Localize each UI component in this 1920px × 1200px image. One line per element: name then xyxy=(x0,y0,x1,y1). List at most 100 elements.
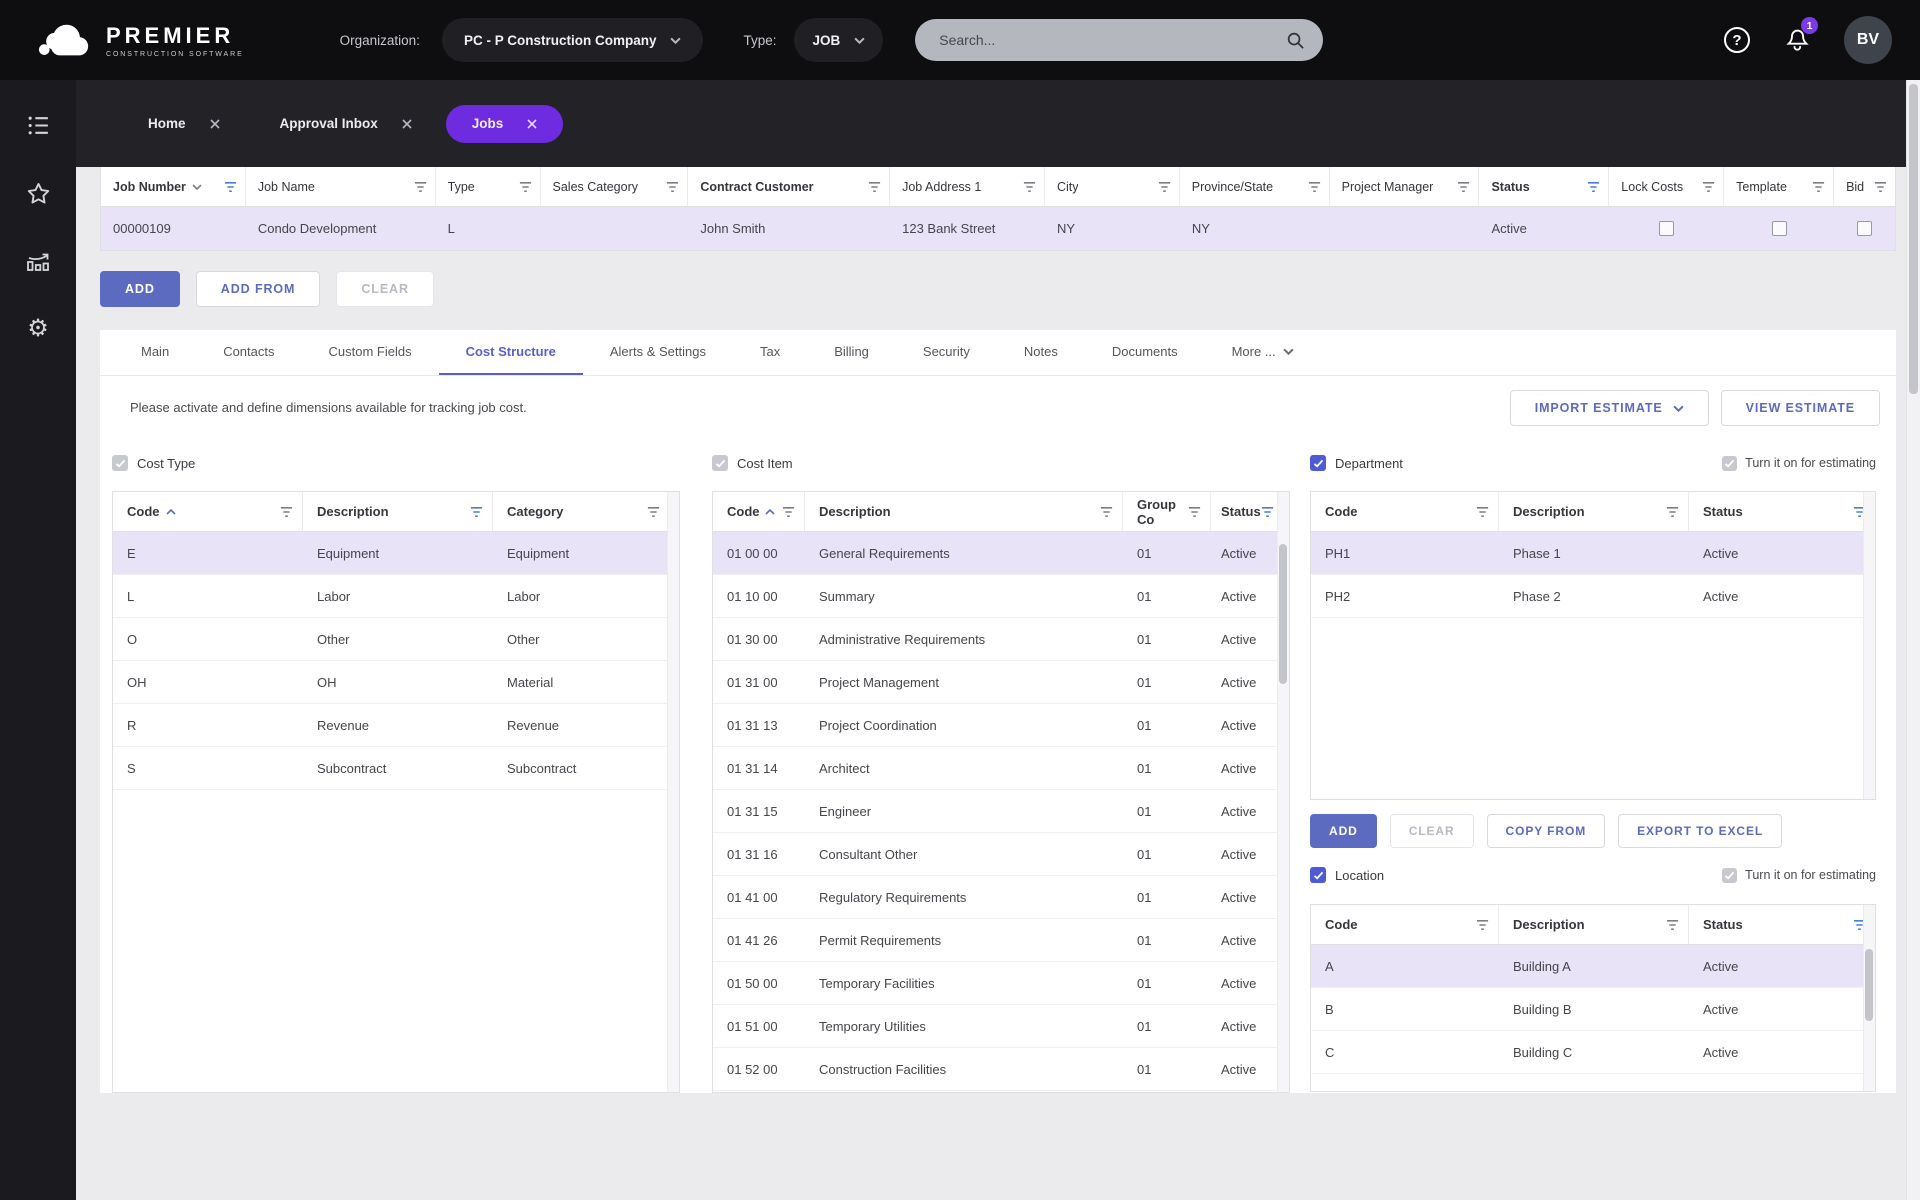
cost-type-row[interactable]: R Revenue Revenue xyxy=(113,704,679,747)
filter-icon[interactable] xyxy=(1457,181,1470,193)
page-scrollbar[interactable] xyxy=(1906,80,1920,1200)
filter-icon[interactable] xyxy=(1587,181,1600,193)
close-icon[interactable] xyxy=(402,118,412,129)
col-group-co[interactable]: Group Co xyxy=(1123,492,1211,531)
scrollbar-track[interactable] xyxy=(1863,492,1875,799)
col-code[interactable]: Code xyxy=(1311,905,1499,944)
department-copy-from-button[interactable]: COPY FROM xyxy=(1486,814,1606,848)
jobs-col-contract-customer[interactable]: Contract Customer xyxy=(688,167,891,206)
global-search[interactable] xyxy=(915,19,1324,61)
department-row[interactable]: PH2 Phase 2 Active xyxy=(1311,575,1875,618)
col-code[interactable]: Code xyxy=(113,492,303,531)
col-description[interactable]: Description xyxy=(303,492,493,531)
cost-type-checkbox[interactable] xyxy=(112,455,128,471)
location-checkbox[interactable] xyxy=(1310,867,1326,883)
workspace-tab-approval-inbox[interactable]: Approval Inbox xyxy=(254,105,438,143)
filter-icon[interactable] xyxy=(1261,506,1274,518)
cost-type-row[interactable]: L Labor Labor xyxy=(113,575,679,618)
jobs-col-lock-costs[interactable]: Lock Costs xyxy=(1609,167,1725,206)
department-estimating-toggle[interactable]: Turn it on for estimating xyxy=(1722,455,1876,471)
workspace-tab-home[interactable]: Home xyxy=(122,105,246,143)
page-scrollbar-thumb[interactable] xyxy=(1909,84,1918,394)
location-estimating-toggle[interactable]: Turn it on for estimating xyxy=(1722,867,1876,883)
filter-icon[interactable] xyxy=(1476,919,1489,931)
settings-gear-icon[interactable]: ⚙ xyxy=(25,316,51,342)
close-icon[interactable] xyxy=(209,118,220,129)
scrollbar-thumb[interactable] xyxy=(1865,949,1873,1021)
search-icon[interactable] xyxy=(1286,31,1305,50)
cost-item-row[interactable]: 01 10 00 Summary 01 Active xyxy=(713,575,1289,618)
filter-icon[interactable] xyxy=(1023,181,1036,193)
cost-item-row[interactable]: 01 31 13 Project Coordination 01 Active xyxy=(713,704,1289,747)
workspace-tab-jobs[interactable]: Jobs xyxy=(445,104,564,143)
filter-icon[interactable] xyxy=(1476,506,1489,518)
filter-icon[interactable] xyxy=(1666,506,1679,518)
filter-icon[interactable] xyxy=(647,506,660,518)
filter-icon[interactable] xyxy=(782,506,795,518)
filter-icon[interactable] xyxy=(868,181,881,193)
col-code[interactable]: Code xyxy=(1311,492,1499,531)
filter-icon[interactable] xyxy=(1308,181,1321,193)
filter-icon[interactable] xyxy=(519,181,532,193)
bid-checkbox[interactable] xyxy=(1857,221,1873,236)
col-status[interactable]: Status xyxy=(1211,492,1277,531)
organization-dropdown[interactable]: PC - P Construction Company xyxy=(441,18,704,62)
jobs-col-city[interactable]: City xyxy=(1045,167,1180,206)
cost-type-row[interactable]: E Equipment Equipment xyxy=(113,532,679,575)
help-icon[interactable]: ? xyxy=(1724,27,1750,53)
lock-costs-checkbox[interactable] xyxy=(1659,221,1675,236)
jobs-col-bid[interactable]: Bid xyxy=(1834,167,1895,206)
jobs-col-type[interactable]: Type xyxy=(436,167,541,206)
template-checkbox[interactable] xyxy=(1771,221,1787,236)
add-from-button[interactable]: ADD FROM xyxy=(195,271,321,307)
col-status[interactable]: Status xyxy=(1689,492,1875,531)
col-code[interactable]: Code xyxy=(713,492,805,531)
filter-icon[interactable] xyxy=(1874,181,1887,193)
cost-type-row[interactable]: OH OH Material xyxy=(113,661,679,704)
scrollbar-track[interactable] xyxy=(1277,492,1289,1092)
reports-chart-icon[interactable] xyxy=(25,248,51,274)
col-description[interactable]: Description xyxy=(1499,905,1689,944)
jobs-col-status[interactable]: Status xyxy=(1479,167,1610,206)
jobs-col-job-name[interactable]: Job Name xyxy=(246,167,436,206)
location-row[interactable]: C Building C Active xyxy=(1311,1031,1875,1074)
notifications-button[interactable]: 1 xyxy=(1784,17,1818,56)
col-description[interactable]: Description xyxy=(1499,492,1689,531)
cost-item-row[interactable]: 01 30 00 Administrative Requirements 01 … xyxy=(713,618,1289,661)
jobs-col-job-address-1[interactable]: Job Address 1 xyxy=(890,167,1045,206)
list-menu-icon[interactable] xyxy=(25,112,51,138)
filter-icon[interactable] xyxy=(1158,181,1171,193)
department-clear-button[interactable]: CLEAR xyxy=(1389,814,1474,848)
filter-icon[interactable] xyxy=(1666,919,1679,931)
clear-button[interactable]: CLEAR xyxy=(336,271,434,307)
cost-item-row[interactable]: 01 41 26 Permit Requirements 01 Active xyxy=(713,919,1289,962)
jobs-row[interactable]: 00000109 Condo Development L John Smith … xyxy=(101,207,1895,250)
col-description[interactable]: Description xyxy=(805,492,1123,531)
tab-tax[interactable]: Tax xyxy=(733,330,807,375)
scrollbar-thumb[interactable] xyxy=(1279,544,1287,684)
filter-icon[interactable] xyxy=(224,181,237,193)
jobs-col-project-manager[interactable]: Project Manager xyxy=(1330,167,1480,206)
tab-alerts-settings[interactable]: Alerts & Settings xyxy=(583,330,733,375)
col-status[interactable]: Status xyxy=(1689,905,1875,944)
filter-icon[interactable] xyxy=(1100,506,1113,518)
estimating-checkbox[interactable] xyxy=(1722,867,1738,883)
cost-item-row[interactable]: 01 31 16 Consultant Other 01 Active xyxy=(713,833,1289,876)
filter-icon[interactable] xyxy=(280,506,293,518)
cost-type-row[interactable]: S Subcontract Subcontract xyxy=(113,747,679,790)
estimating-checkbox[interactable] xyxy=(1722,455,1738,471)
location-row[interactable]: B Building B Active xyxy=(1311,988,1875,1031)
filter-icon[interactable] xyxy=(414,181,427,193)
view-estimate-button[interactable]: VIEW ESTIMATE xyxy=(1720,390,1880,426)
brand-logo[interactable]: PREMIER CONSTRUCTION SOFTWARE xyxy=(38,18,244,63)
import-estimate-button[interactable]: IMPORT ESTIMATE xyxy=(1509,390,1709,426)
type-dropdown[interactable]: JOB xyxy=(794,18,884,62)
jobs-col-template[interactable]: Template xyxy=(1724,167,1835,206)
jobs-col-sales-category[interactable]: Sales Category xyxy=(541,167,689,206)
filter-icon[interactable] xyxy=(1702,181,1715,193)
tab-contacts[interactable]: Contacts xyxy=(196,330,301,375)
scrollbar-track[interactable] xyxy=(667,492,679,1092)
col-category[interactable]: Category xyxy=(493,492,669,531)
cost-item-row[interactable]: 01 51 00 Temporary Utilities 01 Active xyxy=(713,1005,1289,1048)
add-button[interactable]: ADD xyxy=(100,271,180,307)
